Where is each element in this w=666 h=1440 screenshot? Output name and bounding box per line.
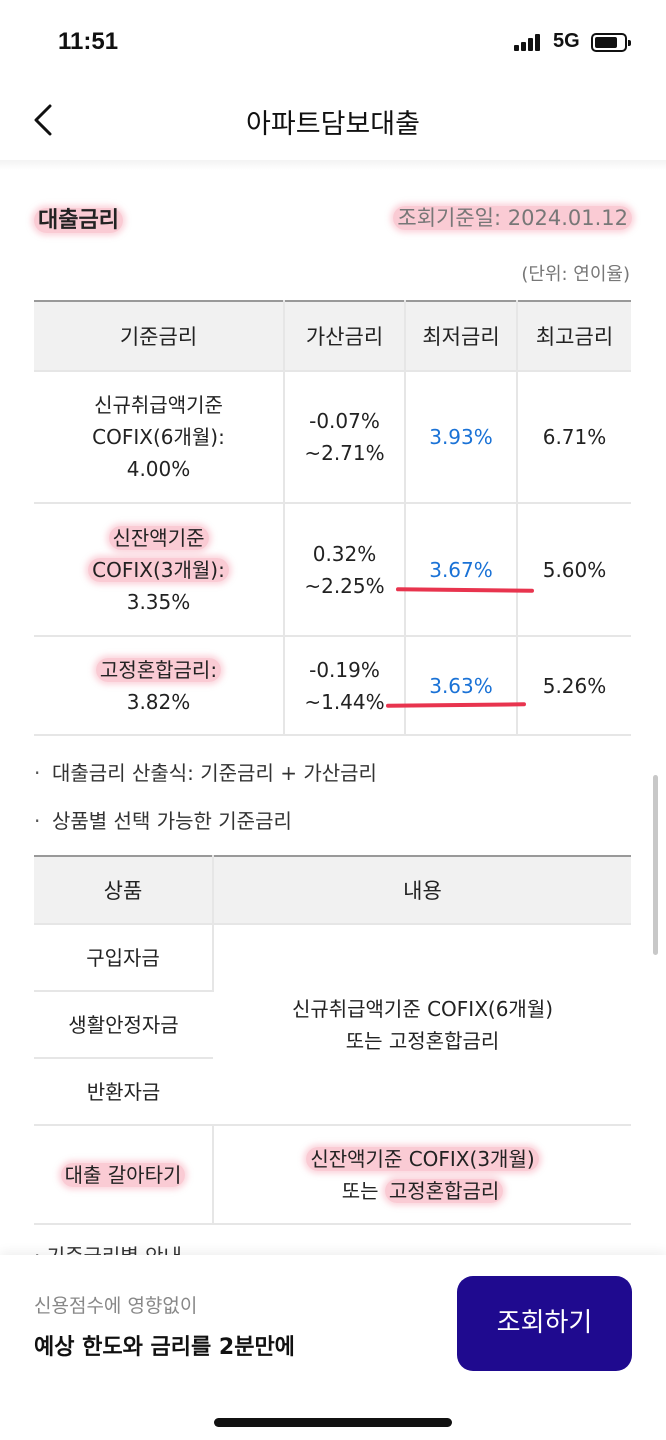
spread-cell: -0.07% ~2.71%	[284, 371, 406, 504]
product-cell: 생활안정자금	[34, 991, 213, 1059]
content-line: 또는 고정혼합금리	[345, 1028, 500, 1053]
spread-line: -0.19%	[309, 657, 380, 682]
network-label: 5G	[553, 30, 580, 52]
content-cell: 신잔액기준 COFIX(3개월) 또는 고정혼합금리	[213, 1125, 631, 1225]
nav-bar: 아파트담보대출	[0, 86, 666, 158]
bullet-dot: ·	[34, 761, 41, 785]
battery-icon	[591, 33, 631, 52]
table-row: 신잔액기준 COFIX(3개월): 3.35% 0.32% ~2.25% 3.6…	[34, 503, 631, 637]
spread-line: ~2.25%	[304, 573, 385, 598]
cta-sub-text: 신용점수에 영향없이	[34, 1295, 198, 1317]
section-title: 대출금리	[34, 202, 123, 234]
unit-note: (단위: 연이율)	[521, 264, 630, 285]
top-shade	[0, 160, 666, 170]
base-rate-line: COFIX(6개월):	[92, 425, 225, 449]
content-cell: 신규취급액기준 COFIX(6개월) 또는 고정혼합금리	[213, 924, 631, 1126]
base-rate-line: COFIX(3개월):	[88, 557, 229, 582]
inquire-button[interactable]: 조회하기	[457, 1276, 632, 1371]
product-table-header: 상품 내용	[34, 856, 631, 925]
product-label: 대출 갈아타기	[60, 1162, 186, 1187]
base-rate-cell: 신규취급액기준 COFIX(6개월): 4.00%	[34, 371, 285, 504]
max-rate-cell: 5.26%	[517, 636, 631, 736]
table-row: 구입자금 신규취급액기준 COFIX(6개월) 또는 고정혼합금리	[34, 924, 631, 1126]
spread-line: ~2.71%	[304, 441, 385, 465]
base-rate-line: 신규취급액기준	[94, 393, 223, 417]
status-bar: 11:51 5G	[0, 0, 666, 86]
spread-line: ~1.44%	[304, 689, 385, 714]
min-rate-cell: 3.63%	[405, 636, 518, 736]
query-date: 조회기준일: 2024.01.12	[393, 202, 632, 232]
scrollbar[interactable]	[653, 775, 658, 955]
cut-off-text: · 기준금리별 안내	[34, 1240, 182, 1255]
table-row: 신규취급액기준 COFIX(6개월): 4.00% -0.07% ~2.71% …	[34, 371, 631, 504]
base-rate-line: 고정혼합금리:	[95, 657, 222, 682]
home-indicator[interactable]	[214, 1418, 452, 1427]
header-spread: 가산금리	[284, 301, 406, 372]
header-content: 내용	[213, 856, 631, 925]
cta-main-text: 예상 한도와 금리를 2분만에	[34, 1335, 295, 1360]
content-area[interactable]: 대출금리 조회기준일: 2024.01.12 (단위: 연이율) 기준금리 가산…	[0, 160, 666, 1255]
min-rate-cell: 3.93%	[405, 371, 518, 504]
table-row: 대출 갈아타기 신잔액기준 COFIX(3개월) 또는 고정혼합금리	[34, 1125, 631, 1225]
max-rate-cell: 6.71%	[517, 371, 631, 504]
spread-cell: 0.32% ~2.25%	[284, 503, 406, 637]
signal-icon	[514, 33, 542, 51]
bullet-dot: ·	[34, 809, 41, 833]
content-line-highlight: 고정혼합금리	[384, 1178, 504, 1203]
rate-table-header: 기준금리 가산금리 최저금리 최고금리	[34, 301, 631, 372]
rate-table: 기준금리 가산금리 최저금리 최고금리 신규취급액기준 COFIX(6개월): …	[34, 300, 631, 736]
spread-cell: -0.19% ~1.44%	[284, 636, 406, 736]
min-rate-cell: 3.67%	[405, 503, 518, 637]
product-cell: 구입자금	[34, 924, 214, 992]
product-table: 상품 내용 구입자금 신규취급액기준 COFIX(6개월) 또는 고정혼합금리 …	[34, 855, 631, 1225]
header-base-rate: 기준금리	[34, 301, 285, 372]
base-rate-line: 3.35%	[126, 589, 191, 614]
selectable-text: 상품별 선택 가능한 기준금리	[52, 809, 292, 833]
table-row: 고정혼합금리: 3.82% -0.19% ~1.44% 3.63% 5.26%	[34, 636, 631, 736]
product-cell: 반환자금	[34, 1058, 213, 1126]
max-rate-cell: 5.60%	[517, 503, 631, 637]
product-cell: 대출 갈아타기	[34, 1125, 214, 1225]
bottom-cta-bar: 신용점수에 영향없이 예상 한도와 금리를 2분만에 조회하기	[0, 1255, 666, 1440]
header-product: 상품	[34, 856, 214, 925]
section-title-text: 대출금리	[34, 208, 123, 233]
formula-note: · 대출금리 산출식: 기준금리 + 가산금리	[34, 757, 377, 786]
base-rate-line: 신잔액기준	[108, 525, 209, 550]
content-line: 신잔액기준 COFIX(3개월)	[306, 1146, 539, 1171]
base-rate-cell: 신잔액기준 COFIX(3개월): 3.35%	[34, 503, 285, 637]
selectable-note: · 상품별 선택 가능한 기준금리	[34, 805, 292, 834]
base-rate-line: 3.82%	[126, 689, 191, 714]
spread-line: 0.32%	[312, 541, 377, 566]
content-line-prefix: 또는	[341, 1178, 385, 1203]
status-time: 11:51	[58, 28, 119, 55]
formula-text: 대출금리 산출식: 기준금리 + 가산금리	[52, 761, 377, 785]
base-rate-line: 4.00%	[126, 457, 191, 481]
content-line: 신규취급액기준 COFIX(6개월)	[291, 996, 554, 1021]
query-date-text: 조회기준일: 2024.01.12	[393, 206, 632, 230]
header-min-rate: 최저금리	[405, 301, 518, 372]
page-title: 아파트담보대출	[246, 109, 420, 140]
header-max-rate: 최고금리	[517, 301, 631, 372]
spread-line: -0.07%	[309, 409, 380, 433]
base-rate-cell: 고정혼합금리: 3.82%	[34, 636, 285, 736]
